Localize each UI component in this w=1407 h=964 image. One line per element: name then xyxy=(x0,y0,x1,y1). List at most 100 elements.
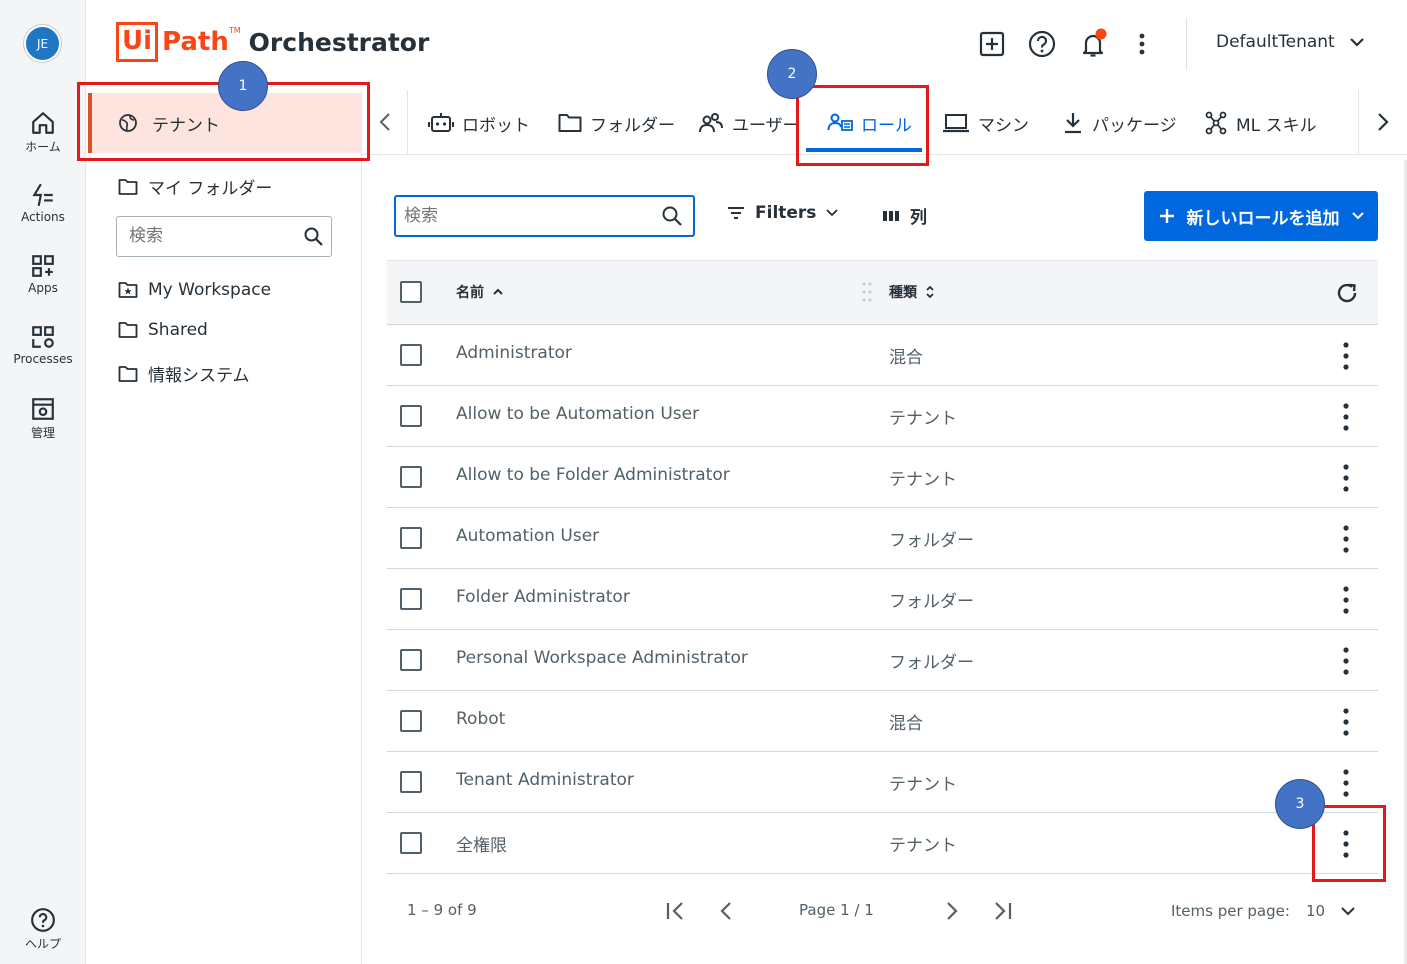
table-row[interactable]: 全権限 テナント xyxy=(387,813,1378,874)
table-row[interactable]: Allow to be Folder Administrator テナント xyxy=(387,447,1378,508)
folder-item-shared[interactable]: Shared xyxy=(118,320,208,340)
ml-skill-icon xyxy=(1205,111,1227,135)
folder-item-my-workspace[interactable]: My Workspace xyxy=(118,280,271,300)
sidebar-item-my-folder[interactable]: マイ フォルダー xyxy=(118,174,272,199)
tab-machines[interactable]: マシン xyxy=(942,108,1029,138)
help-icon[interactable] xyxy=(1026,28,1058,60)
rail-admin-label: 管理 xyxy=(30,426,55,440)
last-page-icon[interactable] xyxy=(988,897,1016,925)
row-checkbox[interactable] xyxy=(400,832,422,854)
logo-ui: Ui xyxy=(116,22,159,62)
left-rail: JE ホーム Actions Apps Processes 管理 ヘルプ xyxy=(0,0,86,964)
role-type: フォルダー xyxy=(889,653,974,673)
tab-ml-skills[interactable]: ML スキル xyxy=(1204,108,1317,138)
row-more-icon[interactable] xyxy=(1339,463,1353,493)
admin-icon xyxy=(32,398,54,420)
row-checkbox[interactable] xyxy=(400,649,422,671)
page-indicator: Page 1 / 1 xyxy=(799,901,874,919)
rail-processes[interactable]: Processes xyxy=(0,324,86,366)
rail-help[interactable]: ヘルプ xyxy=(0,907,86,952)
tab-label: ML スキル xyxy=(1236,115,1317,136)
uipath-logo[interactable]: Ui Path TM Orchestrator xyxy=(116,20,429,64)
column-type-label: 種類 xyxy=(889,285,917,301)
table-row[interactable]: Personal Workspace Administrator フォルダー xyxy=(387,630,1378,691)
table-row[interactable]: Folder Administrator フォルダー xyxy=(387,569,1378,630)
items-per-page[interactable]: Items per page: 10 xyxy=(1171,902,1355,920)
row-more-icon[interactable] xyxy=(1339,524,1353,554)
column-resize-handle-icon[interactable] xyxy=(861,281,873,303)
sort-unsorted-icon xyxy=(926,285,934,299)
chevron-down-icon xyxy=(1351,212,1364,220)
column-header-name[interactable]: 名前 xyxy=(456,282,504,302)
logo-product: Orchestrator xyxy=(248,27,430,57)
row-more-icon[interactable] xyxy=(1339,402,1353,432)
filters-button[interactable]: Filters xyxy=(727,203,839,223)
next-page-icon[interactable] xyxy=(938,897,966,925)
rail-apps[interactable]: Apps xyxy=(0,253,86,295)
table-row[interactable]: Tenant Administrator テナント xyxy=(387,752,1378,813)
tab-folders[interactable]: フォルダー xyxy=(558,108,675,138)
row-checkbox[interactable] xyxy=(400,344,422,366)
rail-apps-label: Apps xyxy=(28,281,58,295)
items-per-page-label: Items per page: xyxy=(1171,902,1290,920)
role-type: 混合 xyxy=(889,714,923,734)
rail-home[interactable]: ホーム xyxy=(0,110,86,155)
select-all-checkbox[interactable] xyxy=(400,281,422,303)
row-more-icon[interactable] xyxy=(1339,646,1353,676)
row-more-icon[interactable] xyxy=(1339,585,1353,615)
robot-icon xyxy=(428,113,454,132)
annotation-marker-2: 2 xyxy=(767,49,817,99)
plus-icon xyxy=(1159,209,1174,223)
row-checkbox[interactable] xyxy=(400,405,422,427)
sidebar-search[interactable] xyxy=(116,216,332,257)
more-vert-icon[interactable] xyxy=(1126,28,1158,60)
row-more-icon[interactable] xyxy=(1339,707,1353,737)
row-more-icon[interactable] xyxy=(1339,768,1353,798)
first-page-icon[interactable] xyxy=(662,897,690,925)
row-checkbox[interactable] xyxy=(400,588,422,610)
items-per-page-value: 10 xyxy=(1305,902,1326,920)
row-more-icon[interactable] xyxy=(1339,341,1353,371)
tab-scroll-right[interactable] xyxy=(1358,90,1407,154)
table-row[interactable]: Robot 混合 xyxy=(387,691,1378,752)
role-name: 全権限 xyxy=(456,836,507,856)
notification-bell-icon[interactable] xyxy=(1077,28,1109,60)
table-header: 名前 種類 xyxy=(387,260,1378,325)
sidebar-search-input[interactable] xyxy=(129,226,299,246)
tenant-selector[interactable]: DefaultTenant xyxy=(1216,32,1365,52)
rail-actions[interactable]: Actions xyxy=(0,182,86,224)
tab-users[interactable]: ユーザー xyxy=(698,108,800,138)
rail-actions-label: Actions xyxy=(21,210,65,224)
user-avatar[interactable]: JE xyxy=(24,25,61,62)
tab-label: パッケージ xyxy=(1092,115,1177,136)
processes-icon xyxy=(32,326,54,348)
add-role-button[interactable]: 新しいロールを追加 xyxy=(1144,191,1378,241)
role-search[interactable] xyxy=(394,195,695,237)
add-icon[interactable] xyxy=(976,28,1008,60)
refresh-icon[interactable] xyxy=(1335,281,1359,305)
row-checkbox[interactable] xyxy=(400,466,422,488)
row-checkbox[interactable] xyxy=(400,527,422,549)
table-row[interactable]: Allow to be Automation User テナント xyxy=(387,386,1378,447)
role-type: フォルダー xyxy=(889,531,974,551)
logo-path: Path xyxy=(162,27,229,57)
rail-processes-label: Processes xyxy=(13,352,73,366)
sort-ascending-icon xyxy=(493,288,503,295)
folder-item-info-system[interactable]: 情報システム xyxy=(118,361,250,386)
row-checkbox[interactable] xyxy=(400,771,422,793)
home-icon xyxy=(32,112,54,134)
previous-page-icon[interactable] xyxy=(712,897,740,925)
tab-robots[interactable]: ロボット xyxy=(428,108,530,138)
header-divider xyxy=(1186,18,1187,70)
rail-help-label: ヘルプ xyxy=(24,937,61,951)
tab-packages[interactable]: パッケージ xyxy=(1062,108,1177,138)
search-icon xyxy=(662,206,682,226)
column-header-type[interactable]: 種類 xyxy=(889,282,935,302)
table-row[interactable]: Automation User フォルダー xyxy=(387,508,1378,569)
role-search-input[interactable] xyxy=(404,206,649,226)
filter-icon xyxy=(728,207,744,219)
rail-admin[interactable]: 管理 xyxy=(0,396,86,441)
table-row[interactable]: Administrator 混合 xyxy=(387,325,1378,386)
row-checkbox[interactable] xyxy=(400,710,422,732)
columns-button[interactable]: 列 xyxy=(882,203,927,228)
